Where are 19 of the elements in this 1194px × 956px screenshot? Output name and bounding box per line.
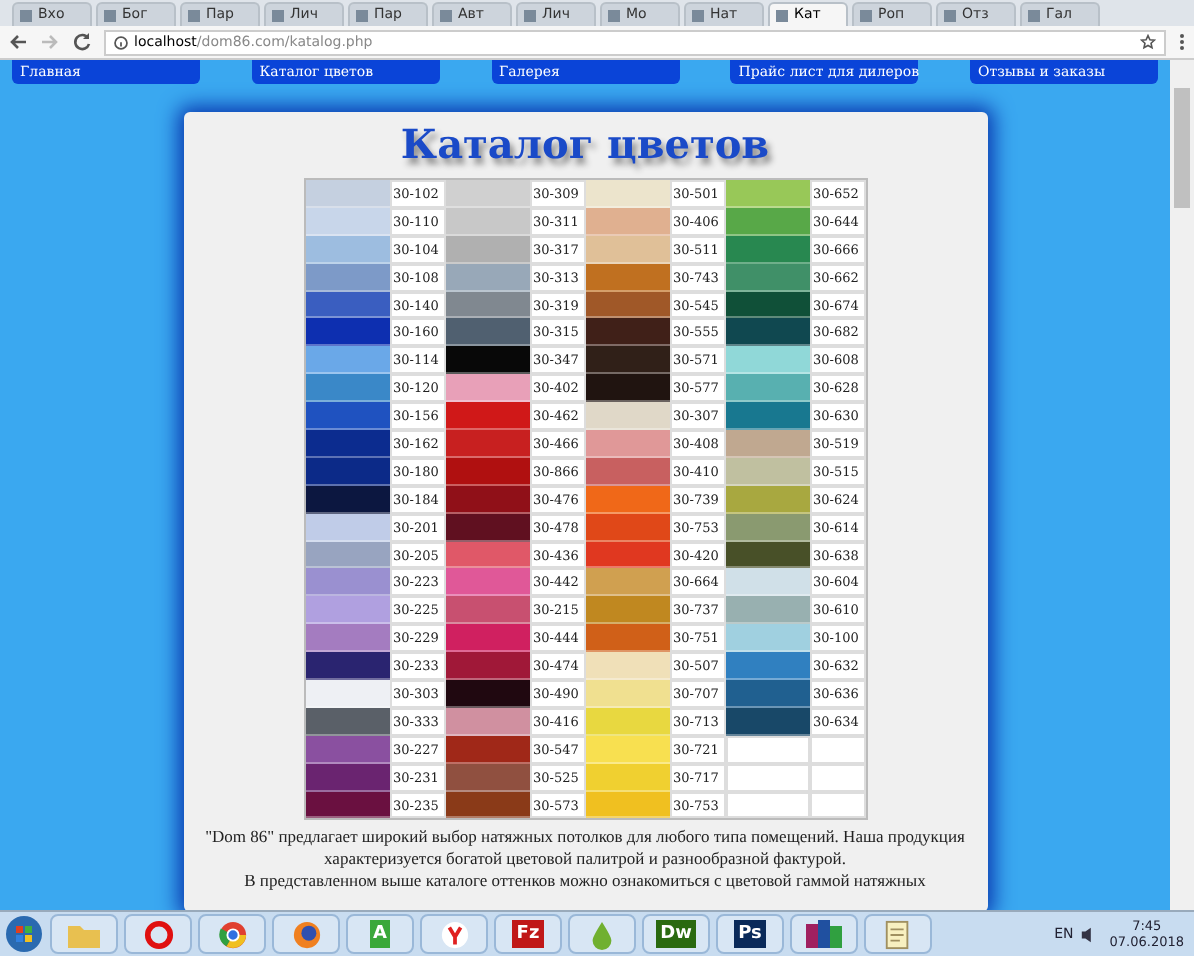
y-logo-icon[interactable] — [439, 919, 469, 949]
reload-icon[interactable] — [72, 32, 92, 52]
app-icon[interactable]: Fz — [512, 920, 544, 948]
books-icon[interactable] — [806, 920, 842, 948]
description-text: "Dom 86" предлагает широкий выбор натяжных потолков для любого типа помещений. Наша продукция характеризуется богатой цветовой палитрой и разнообразной фактурой. — [203, 826, 967, 871]
description-text: В представленном выше каталоге оттенков можно ознакомиться с цветовой гаммой натяжных — [242, 870, 928, 893]
start-button[interactable] — [4, 914, 44, 954]
notepad-icon[interactable] — [884, 919, 912, 949]
star-icon[interactable] — [1140, 34, 1156, 50]
scrollbar[interactable] — [1170, 60, 1194, 910]
ring-icon[interactable] — [143, 919, 173, 949]
app-icon[interactable]: Ps — [734, 920, 766, 948]
menu-icon[interactable] — [1178, 32, 1186, 52]
circle-logo-icon[interactable] — [217, 919, 247, 949]
globe-icon[interactable] — [291, 919, 321, 949]
info-icon — [114, 35, 128, 49]
back-icon[interactable] — [8, 32, 28, 52]
app-icon[interactable]: Dw — [656, 920, 696, 948]
catalog-title: Каталог цветов — [400, 118, 770, 172]
